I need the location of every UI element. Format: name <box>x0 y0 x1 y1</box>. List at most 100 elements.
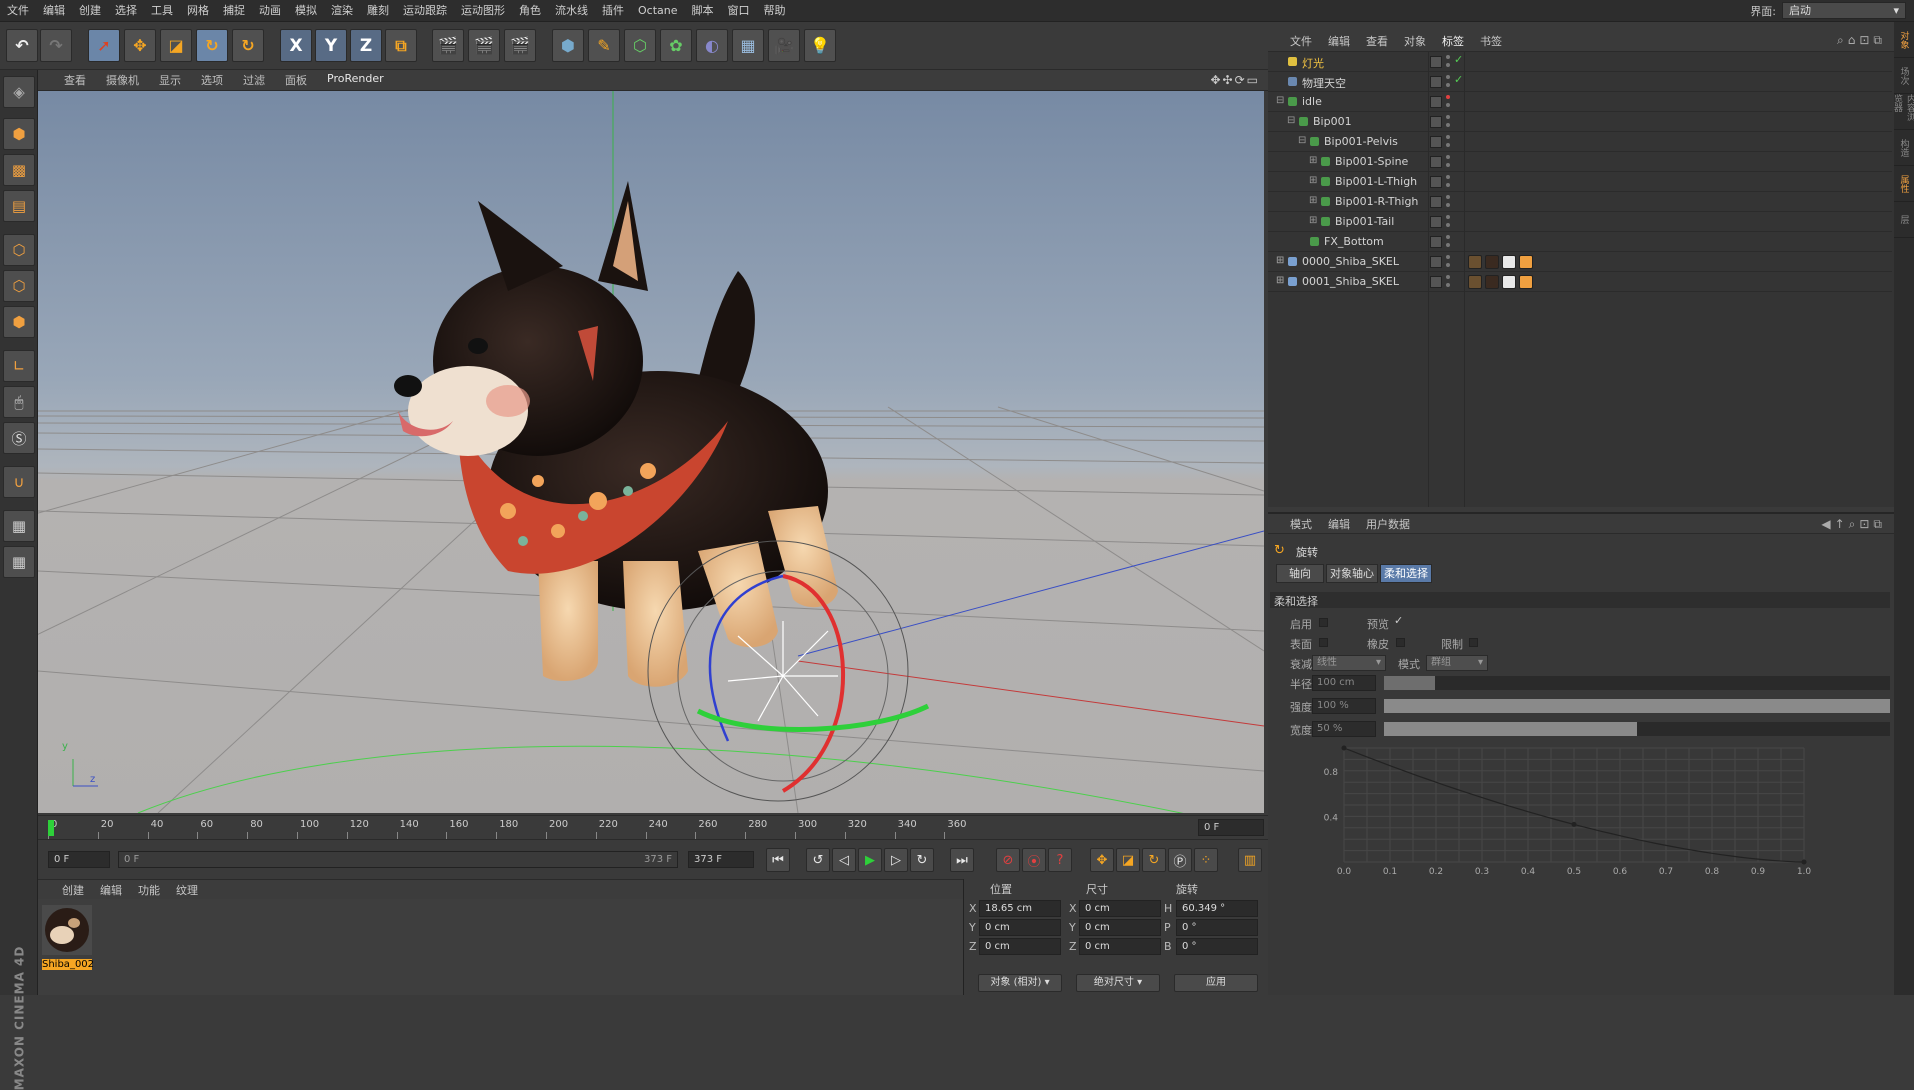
points-mode-button[interactable]: ⬡ <box>3 234 35 266</box>
auto-key-button[interactable]: ⦿ <box>1022 848 1046 872</box>
object-menu-item[interactable]: 对象 <box>1396 33 1434 49</box>
strength-slider[interactable] <box>1384 699 1890 713</box>
viewport-menu-item[interactable]: 查看 <box>54 72 96 88</box>
menu-item[interactable]: 窗口 <box>721 0 757 22</box>
enabled-check-icon[interactable]: ✓ <box>1454 73 1463 86</box>
layer-toggle[interactable] <box>1430 196 1442 208</box>
menu-item[interactable]: 帮助 <box>757 0 793 22</box>
previous-frame-button[interactable]: ◁ <box>832 848 856 872</box>
object-row[interactable]: ⊟ ⊞ 0000_Shiba_SKEL <box>1268 252 1892 272</box>
editor-visibility-dot[interactable] <box>1446 135 1450 139</box>
subdivision-button[interactable]: ⬡ <box>624 29 656 62</box>
go-to-end-button[interactable]: ⏭ <box>950 848 974 872</box>
recent-tool-button[interactable]: ↻ <box>232 29 264 62</box>
expand-icon[interactable]: ⊞ <box>1309 215 1317 226</box>
render-visibility-dot[interactable] <box>1446 223 1450 227</box>
restrict-checkbox[interactable] <box>1469 638 1478 647</box>
object-row[interactable]: ⊞ Bip001-Spine <box>1268 152 1892 172</box>
layer-toggle[interactable] <box>1430 116 1442 128</box>
object-row[interactable]: ⊟ ⊞ 0001_Shiba_SKEL <box>1268 272 1892 292</box>
object-menu-item[interactable]: 编辑 <box>1320 33 1358 49</box>
menu-item[interactable]: 脚本 <box>685 0 721 22</box>
light-button[interactable]: 💡 <box>804 29 836 62</box>
apply-button[interactable]: 应用 <box>1174 974 1258 992</box>
go-to-start-button[interactable]: ⏮ <box>766 848 790 872</box>
editor-visibility-dot[interactable] <box>1446 215 1450 219</box>
key-rotation-button[interactable]: ↻ <box>1142 848 1166 872</box>
scale-tool-button[interactable]: ◪ <box>160 29 192 62</box>
editor-visibility-dot[interactable] <box>1446 195 1450 199</box>
lock-workplane-button[interactable]: ▦ <box>3 510 35 542</box>
workplane-button[interactable]: ▤ <box>3 190 35 222</box>
3d-viewport[interactable]: y z <box>38 91 1264 813</box>
joint-tag-icon[interactable] <box>1519 255 1533 269</box>
viewport-menu-item[interactable]: 过滤 <box>233 72 275 88</box>
enable-checkbox[interactable] <box>1319 618 1328 627</box>
edges-mode-button[interactable]: ⬡ <box>3 270 35 302</box>
expand-icon[interactable]: ⊞ <box>1309 175 1317 186</box>
menu-item[interactable]: 文件 <box>0 0 36 22</box>
tab-object-axis[interactable]: 对象轴心 <box>1326 564 1378 583</box>
size-field[interactable]: 0 cm <box>1079 938 1161 955</box>
object-row[interactable]: ⊟ Bip001-Pelvis <box>1268 132 1892 152</box>
rotation-field[interactable]: 60.349 ° <box>1176 900 1258 917</box>
material-menu-item[interactable]: 创建 <box>54 882 92 898</box>
undo-button[interactable]: ↶ <box>6 29 38 62</box>
menu-item[interactable]: 渲染 <box>324 0 360 22</box>
checker-tag-icon[interactable] <box>1502 275 1516 289</box>
falloff-dropdown[interactable]: 线性 ▾ <box>1312 655 1386 671</box>
side-tab[interactable]: 构造 <box>1894 130 1914 166</box>
editor-visibility-dot[interactable] <box>1446 155 1450 159</box>
tab-axis[interactable]: 轴向 <box>1276 564 1324 583</box>
radius-field[interactable]: 100 cm <box>1312 675 1376 691</box>
material-menu-item[interactable]: 功能 <box>130 882 168 898</box>
start-frame-field[interactable]: 0 F <box>48 851 110 868</box>
editor-visibility-dot[interactable] <box>1446 95 1450 99</box>
render-visibility-dot[interactable] <box>1446 83 1450 87</box>
enabled-check-icon[interactable]: ✓ <box>1454 53 1463 66</box>
object-row[interactable]: FX_Bottom <box>1268 232 1892 252</box>
mode-dropdown[interactable]: 群组 ▾ <box>1426 655 1488 671</box>
texture-tag-icon[interactable] <box>1485 275 1499 289</box>
size-field[interactable]: 0 cm <box>1079 919 1161 936</box>
select-tool-button[interactable]: ➚ <box>88 29 120 62</box>
render-visibility-dot[interactable] <box>1446 263 1450 267</box>
menu-item[interactable]: Octane <box>631 0 685 22</box>
joint-tag-icon[interactable] <box>1519 275 1533 289</box>
expand-icon[interactable]: ⊞ <box>1276 255 1284 266</box>
width-slider[interactable] <box>1384 722 1890 736</box>
x-axis-button[interactable]: X <box>280 29 312 62</box>
rubber-checkbox[interactable] <box>1396 638 1405 647</box>
key-scale-button[interactable]: ◪ <box>1116 848 1140 872</box>
surface-checkbox[interactable] <box>1319 638 1328 647</box>
object-menu-item[interactable]: 标签 <box>1434 33 1472 49</box>
material-swatch[interactable]: Shiba_002 <box>42 905 94 970</box>
y-axis-button[interactable]: Y <box>315 29 347 62</box>
side-tab[interactable]: 层 <box>1894 202 1914 238</box>
play-button[interactable]: ▶ <box>858 848 882 872</box>
preview-checkbox[interactable]: ✓ <box>1394 614 1403 627</box>
expand-icon[interactable]: ⊟ <box>1287 115 1295 126</box>
coordinate-system-button[interactable]: ⧉ <box>385 29 417 62</box>
next-key-button[interactable]: ↻ <box>910 848 934 872</box>
side-tab[interactable]: 属性 <box>1894 166 1914 202</box>
object-menu-item[interactable]: 书签 <box>1472 33 1510 49</box>
object-menu-item[interactable]: 查看 <box>1358 33 1396 49</box>
render-visibility-dot[interactable] <box>1446 203 1450 207</box>
viewport-navigation[interactable]: ✥✣⟳▭ <box>1210 73 1260 87</box>
object-row[interactable]: ⊟ idle <box>1268 92 1892 112</box>
menu-item[interactable]: 网格 <box>180 0 216 22</box>
rotation-field[interactable]: 0 ° <box>1176 938 1258 955</box>
cloner-button[interactable]: ✿ <box>660 29 692 62</box>
menu-item[interactable]: 选择 <box>108 0 144 22</box>
menu-item[interactable]: 动画 <box>252 0 288 22</box>
expand-icon[interactable]: ⊟ <box>1276 95 1284 106</box>
texture-tag-icon[interactable] <box>1485 255 1499 269</box>
spline-pen-button[interactable]: ✎ <box>588 29 620 62</box>
expand-icon[interactable]: ⊞ <box>1309 155 1317 166</box>
position-field[interactable]: 0 cm <box>979 938 1061 955</box>
editor-visibility-dot[interactable] <box>1446 275 1450 279</box>
menu-item[interactable]: 雕刻 <box>360 0 396 22</box>
menu-item[interactable]: 流水线 <box>548 0 595 22</box>
side-tab[interactable]: 场次 <box>1894 58 1914 94</box>
